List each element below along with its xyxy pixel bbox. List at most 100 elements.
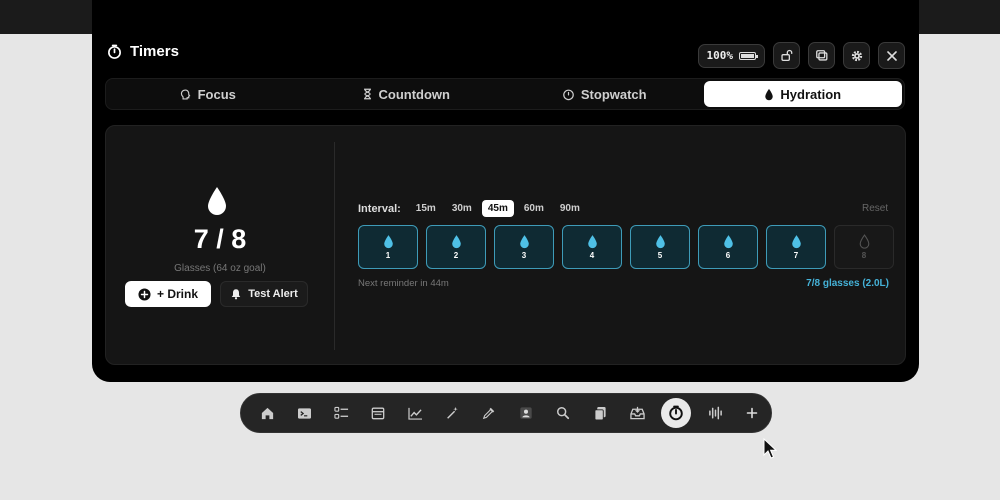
drink-button-label: + Drink [156,287,198,301]
glass-number: 5 [657,251,663,260]
interval-option-30m[interactable]: 30m [446,200,478,217]
goal-label: Glasses (64 oz goal) [174,263,266,274]
water-drop-icon [655,235,665,249]
battery-indicator[interactable]: 100% [697,43,765,68]
dock-item-timer[interactable] [661,398,691,428]
tab-countdown[interactable]: Countdown [307,81,506,107]
glass-number: 6 [725,251,731,260]
glass-number: 3 [521,251,527,260]
hydration-summary: 7 / 8 Glasses (64 oz goal) + Drink Test … [106,126,334,366]
water-drop-icon [208,187,226,215]
dock-item-chart[interactable] [402,400,428,426]
tab-focus[interactable]: Focus [108,81,307,107]
clipboard-icon [593,406,606,420]
dock-item-magic-wand[interactable] [439,400,465,426]
water-drop-icon [723,235,733,249]
checklist-icon [333,406,348,419]
glass-number: 8 [861,251,867,260]
window-title-label: Timers [130,43,179,60]
windows-icon [815,49,827,61]
search-icon [557,407,570,420]
chart-icon [407,407,422,420]
glass-item-5[interactable]: 5 [630,225,690,269]
glass-number: 4 [589,251,595,260]
water-drop-icon [383,235,393,249]
magic-wand-icon [447,406,458,419]
timer-icon [669,405,683,421]
glass-number: 7 [793,251,799,260]
settings-button[interactable] [843,42,870,69]
battery-label: 100% [706,49,734,62]
contact-icon [520,407,532,419]
mouse-cursor-icon [763,438,777,459]
water-drop-icon [451,235,461,249]
plus-circle-icon [138,287,151,301]
calendar-icon [371,407,385,420]
interval-option-45m[interactable]: 45m [481,200,514,217]
glass-number: 1 [385,251,391,260]
app-dock [240,393,772,433]
timer-icon [107,44,122,59]
close-button[interactable] [878,42,905,69]
glass-item-6[interactable]: 6 [698,225,758,269]
interval-option-15m[interactable]: 15m [410,200,442,217]
next-reminder: Next reminder in 44m [358,278,449,289]
gear-icon [851,50,862,61]
tab-hydration-label: Hydration [780,86,842,102]
audio-wave-icon [708,406,722,420]
water-drop-icon [765,88,774,100]
unlock-button[interactable] [773,42,800,69]
glass-item-2[interactable]: 2 [426,225,486,269]
stopwatch-icon [563,89,574,100]
glass-item-7[interactable]: 7 [766,225,826,269]
glass-item-3[interactable]: 3 [494,225,554,269]
window-controls: 100% [697,42,905,69]
reset-button[interactable]: Reset [862,203,888,214]
window-mode-button[interactable] [808,42,835,69]
glass-item-8[interactable]: 8 [834,225,894,269]
tab-stopwatch[interactable]: Stopwatch [505,81,704,107]
dock-item-home[interactable] [254,400,280,426]
glass-item-4[interactable]: 4 [562,225,622,269]
dock-item-checklist[interactable] [328,400,354,426]
test-alert-button[interactable]: Test Alert [220,281,308,307]
water-drop-icon [587,235,597,249]
interval-option-60m[interactable]: 60m [518,200,550,217]
dock-item-search[interactable] [550,400,576,426]
drink-button[interactable]: + Drink [125,281,211,307]
dock-item-terminal[interactable] [291,400,317,426]
dock-item-audio[interactable] [702,400,728,426]
brain-icon [180,88,190,100]
dock-item-clipboard[interactable] [587,400,613,426]
glass-grid: 1 2 3 4 5 6 7 8 [358,225,894,269]
tab-countdown-label: Countdown [378,86,450,102]
hydration-total: 7/8 glasses (2.0L) [806,278,889,289]
glass-number: 2 [453,251,459,260]
close-icon [886,50,897,61]
tab-focus-label: Focus [197,86,236,102]
interval-selector: Interval: 15m 30m 45m 60m 90m [358,200,586,217]
dock-item-add[interactable] [739,400,765,426]
hourglass-icon [363,88,371,100]
tab-stopwatch-label: Stopwatch [580,86,647,102]
timers-window: Timers 100% Focus Countdown Stopwatch Hy… [92,0,919,382]
window-title: Timers [107,43,179,60]
interval-label: Interval: [358,202,401,215]
dock-item-inbox[interactable] [624,400,650,426]
interval-option-90m[interactable]: 90m [554,200,586,217]
water-drop-icon [519,235,529,249]
panel-divider [334,142,335,350]
water-drop-outline-icon [859,234,869,249]
dock-item-eyedropper[interactable] [476,400,502,426]
dock-item-calendar[interactable] [365,400,391,426]
terminal-icon [297,407,311,419]
hydration-panel: 7 / 8 Glasses (64 oz goal) + Drink Test … [105,125,906,365]
dock-item-contacts[interactable] [513,400,539,426]
home-icon [261,407,273,419]
glass-item-1[interactable]: 1 [358,225,418,269]
inbox-icon [629,406,645,420]
tab-hydration[interactable]: Hydration [703,81,902,107]
eyedropper-icon [482,407,495,420]
battery-icon [739,51,758,60]
timer-tabs: Focus Countdown Stopwatch Hydration [105,78,905,110]
